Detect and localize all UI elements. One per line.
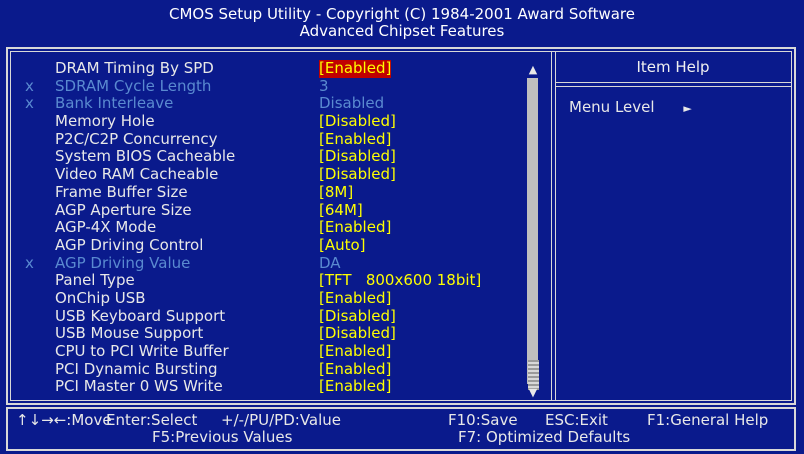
setting-label: OnChip USB — [55, 288, 146, 307]
setting-value: Disabled — [319, 94, 385, 113]
help-separator — [555, 82, 791, 87]
setting-label: USB Keyboard Support — [55, 306, 226, 325]
setting-value[interactable]: [Enabled] — [319, 59, 392, 78]
setting-value[interactable]: [8M] — [319, 183, 353, 202]
setting-value[interactable]: [Disabled] — [319, 165, 396, 184]
setting-row[interactable]: Video RAM Cacheable [Disabled] — [11, 165, 531, 184]
setting-label: AGP Driving Value — [55, 253, 191, 272]
title-section: Advanced Chipset Features — [299, 22, 505, 40]
setting-label: AGP Driving Control — [55, 235, 204, 254]
key-move: ↑↓→←:Move — [16, 411, 112, 429]
setting-row: x Bank Interleave Disabled — [11, 95, 531, 113]
setting-row: x AGP Driving Value DA — [11, 253, 531, 273]
setting-label: CPU to PCI Write Buffer — [55, 342, 229, 360]
title-copyright: CMOS Setup Utility - Copyright (C) 1984-… — [169, 5, 635, 23]
setting-value[interactable]: [Disabled] — [319, 112, 396, 131]
setting-label: USB Mouse Support — [55, 324, 204, 343]
title-bar: CMOS Setup Utility - Copyright (C) 1984-… — [0, 0, 804, 44]
menu-level-arrow-icon: ► — [683, 102, 692, 115]
setting-value[interactable]: [64M] — [319, 201, 363, 220]
setting-row[interactable]: CPU to PCI Write Buffer [Enabled] — [11, 342, 531, 361]
setting-label: Video RAM Cacheable — [55, 165, 219, 184]
scroll-track[interactable] — [527, 78, 539, 390]
setting-row: x SDRAM Cycle Length 3 — [11, 76, 531, 96]
setting-value[interactable]: [TFT 800x600 18bit] — [319, 272, 481, 290]
setting-value[interactable]: [Auto] — [319, 236, 366, 255]
disabled-marker: x — [25, 253, 34, 272]
settings-list: DRAM Timing By SPD [Enabled] x SDRAM Cycle … — [11, 59, 531, 396]
setting-row[interactable]: AGP Driving Control [Auto] — [11, 235, 531, 255]
scroll-up-icon[interactable]: ▲ — [526, 64, 540, 76]
setting-row[interactable]: System BIOS Cacheable [Disabled] — [11, 148, 531, 166]
setting-label: Frame Buffer Size — [55, 182, 188, 201]
panel-divider — [551, 52, 556, 400]
key-exit: ESC:Exit — [545, 411, 608, 429]
setting-label: System BIOS Cacheable — [55, 147, 236, 166]
setting-row[interactable]: Memory Hole [Disabled] — [11, 112, 531, 131]
setting-value[interactable]: [Enabled] — [319, 342, 391, 361]
setting-row[interactable]: P2C/C2P Concurrency [Enabled] — [11, 129, 531, 149]
setting-value: DA — [319, 253, 341, 272]
setting-row[interactable]: PCI Dynamic Bursting [Enabled] — [11, 359, 531, 379]
disabled-marker: x — [25, 94, 34, 113]
setting-value[interactable]: [Enabled] — [319, 360, 391, 379]
setting-row[interactable]: OnChip USB [Enabled] — [11, 288, 531, 308]
setting-value[interactable]: [Enabled] — [319, 130, 391, 149]
setting-label: Bank Interleave — [55, 94, 174, 113]
setting-row[interactable]: Frame Buffer Size [8M] — [11, 182, 531, 202]
setting-row[interactable]: AGP-4X Mode [Enabled] — [11, 218, 531, 237]
main-panel-inner: DRAM Timing By SPD [Enabled] x SDRAM Cycle … — [10, 51, 792, 401]
help-title: Item Help — [636, 58, 710, 76]
setting-label: Memory Hole — [55, 112, 155, 131]
help-menu-level: Menu Level ► — [569, 98, 692, 116]
key-help-bar: ↑↓→←:Move Enter:Select +/-/PU/PD:Value F… — [6, 407, 796, 451]
key-enter: Enter:Select — [106, 411, 198, 429]
setting-value[interactable]: [Disabled] — [319, 307, 396, 326]
key-general-help: F1:General Help — [647, 411, 769, 429]
setting-label: SDRAM Cycle Length — [55, 76, 212, 95]
setting-row[interactable]: USB Keyboard Support [Disabled] — [11, 306, 531, 326]
scrollbar[interactable]: ▲ ▼ — [526, 64, 540, 402]
key-save: F10:Save — [448, 411, 518, 429]
key-optimized-defaults: F7: Optimized Defaults — [458, 428, 631, 446]
setting-value[interactable]: [Disabled] — [319, 148, 396, 166]
setting-label: PCI Dynamic Bursting — [55, 359, 218, 378]
setting-value[interactable]: [Disabled] — [319, 325, 396, 343]
key-value: +/-/PU/PD:Value — [221, 411, 342, 429]
setting-label: AGP-4X Mode — [55, 218, 157, 237]
setting-label: P2C/C2P Concurrency — [55, 129, 218, 148]
setting-label: PCI Master 0 WS Write — [55, 377, 223, 396]
setting-row[interactable]: USB Mouse Support [Disabled] — [11, 325, 531, 343]
setting-row[interactable]: PCI Master 0 WS Write [Enabled] — [11, 378, 531, 396]
setting-value[interactable]: [Enabled] — [319, 289, 391, 308]
setting-label: AGP Aperture Size — [55, 200, 192, 219]
setting-value: 3 — [319, 76, 329, 95]
setting-row[interactable]: AGP Aperture Size [64M] — [11, 200, 531, 220]
menu-level-label: Menu Level — [569, 98, 655, 116]
setting-row[interactable]: DRAM Timing By SPD [Enabled] — [11, 59, 531, 78]
disabled-marker: x — [25, 76, 34, 95]
key-previous-values: F5:Previous Values — [152, 428, 293, 446]
setting-value[interactable]: [Enabled] — [319, 378, 391, 396]
setting-label: DRAM Timing By SPD — [55, 59, 214, 77]
setting-label: Panel Type — [55, 271, 135, 290]
main-panel: DRAM Timing By SPD [Enabled] x SDRAM Cycle … — [6, 47, 796, 405]
setting-row[interactable]: Panel Type [TFT 800x600 18bit] — [11, 272, 531, 290]
scroll-down-icon[interactable]: ▼ — [526, 387, 540, 399]
setting-value[interactable]: [Enabled] — [319, 218, 391, 237]
